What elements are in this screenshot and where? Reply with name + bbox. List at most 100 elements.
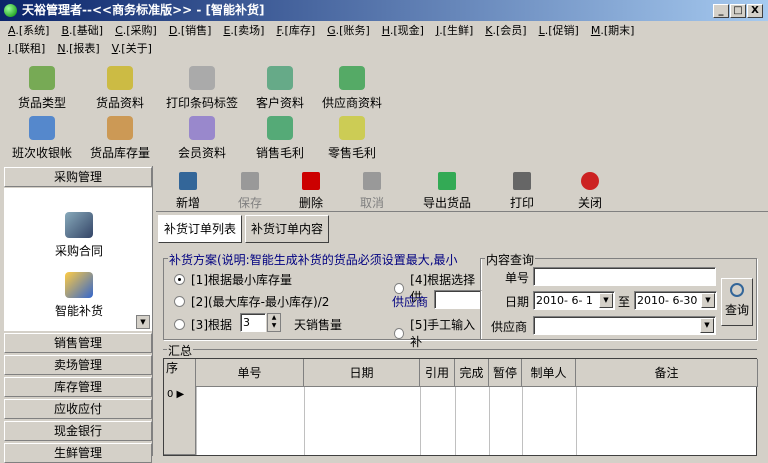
quick-4[interactable]: 供应商资料 [307,66,397,111]
quick-7[interactable]: 会员资料 [157,116,247,161]
grid-line [420,387,421,455]
scroll-down-button[interactable]: ▼ [136,315,150,329]
toolbar-label: 保存 [237,196,262,210]
nav-section-1[interactable]: 卖场管理 [4,355,152,375]
query-supplier-label: 供应商 [491,320,528,334]
menu-e[interactable]: E.[卖场] [223,22,264,40]
menu-d[interactable]: D.[销售] [169,22,212,40]
toolbar-button-1[interactable]: 保存 [220,172,280,211]
tab-restock-content[interactable]: 补货订单内容 [245,215,330,243]
toolbar-icon [513,172,531,190]
toolbar-button-0[interactable]: 新增 [158,172,218,211]
restock-icon [65,272,93,298]
summary-label: 汇总 [167,342,194,359]
query-button[interactable]: 查询 [721,278,753,326]
menu-f[interactable]: F.[库存] [276,22,315,40]
nav-header-purchase[interactable]: 采购管理 [4,167,152,187]
toolbar-button-2[interactable]: 删除 [281,172,341,211]
date-from-picker[interactable]: 2010- 6- 1 ▼ [533,291,615,310]
quick-5[interactable]: 班次收银帐 [0,116,87,161]
radio-avg-stock[interactable]: [2](最大库存-最小库存)/2 [174,293,329,310]
menu-k[interactable]: K.[会员] [485,22,526,40]
quick-label: 会员资料 [177,146,226,160]
column-header[interactable]: 序 [164,359,196,455]
tab-restock-list[interactable]: 补货订单列表 [158,215,243,243]
grid-line [522,387,523,455]
query-supplier-select[interactable]: ▼ [533,316,716,335]
column-header[interactable]: 备注 [576,359,758,387]
quick-icon [107,66,133,90]
minimize-button[interactable]: _ [713,4,729,18]
maximize-button[interactable]: □ [730,4,746,18]
menu-n[interactable]: N.[报表] [57,40,99,58]
column-header[interactable]: 制单人 [522,359,576,387]
toolbar-icon [241,172,259,190]
radio-min-stock[interactable]: [1]根据最小库存量 [174,271,292,288]
menu-g[interactable]: G.[账务] [327,22,370,40]
quick-0[interactable]: 货品类型 [0,66,87,111]
nav-item-contract[interactable]: 采购合同 [54,212,104,259]
grid-line [576,387,577,455]
quick-icon [339,66,365,90]
date-to-picker[interactable]: 2010- 6-30 ▼ [634,291,717,310]
app-icon [4,4,17,17]
nav-section-2[interactable]: 库存管理 [4,377,152,397]
quick-icon [189,66,215,90]
nav-section-3[interactable]: 应收应付 [4,399,152,419]
plan-supplier-input[interactable] [434,290,482,309]
quick-icon [29,116,55,140]
toolbar-label: 导出货品 [422,196,471,210]
menu-m[interactable]: M.[期末] [591,22,635,40]
radio-manual[interactable]: [5]手工输入补 [394,316,480,350]
grid-line [196,387,197,455]
menu-a[interactable]: A.[系统] [8,22,49,40]
quick-label: 货品资料 [95,96,144,110]
toolbar-button-4[interactable]: 导出货品 [417,172,477,211]
group-label: 补货方案(说明:智能生成补货的货品必须设置最大,最小 [168,251,480,268]
quick-icon [107,116,133,140]
order-no-input[interactable] [533,267,716,286]
nav-section-4[interactable]: 现金银行 [4,421,152,441]
quick-2[interactable]: 打印条码标签 [157,66,247,111]
to-label: 至 [618,295,631,309]
column-header[interactable]: 日期 [304,359,420,387]
toolbar-icon [438,172,456,190]
column-header[interactable]: 暂停 [489,359,522,387]
menu-b[interactable]: B.[基础] [61,22,103,40]
menu-h[interactable]: H.[现金] [382,22,424,40]
summary-divider [163,349,757,350]
days-input[interactable]: 3 [240,313,266,332]
toolbar-button-5[interactable]: 打印 [492,172,552,211]
nav-item-smart-restock[interactable]: 智能补货 [44,272,114,319]
grid-line [304,387,305,455]
quick-1[interactable]: 货品资料 [75,66,165,111]
current-row-arrow-icon: ▶ [173,389,185,400]
menu-j[interactable]: J.[生鲜] [436,22,473,40]
nav-item-label: 智能补货 [54,304,103,318]
quick-launch-panel: 货品类型 货品资料 打印条码标签 客户资料 供应商资料 班次收银帐 货品库存量 会员资料 销售毛… [2,60,402,164]
close-button[interactable]: X [747,4,763,18]
menu-v[interactable]: V.[关于] [112,40,152,58]
column-header[interactable]: 引用 [420,359,455,387]
menu-l[interactable]: L.[促销] [539,22,579,40]
title-bar: 天裕管理者--<<商务标准版>> - [智能补货] [0,0,768,21]
quick-9[interactable]: 零售毛利 [307,116,397,161]
summary-grid[interactable]: 序单号 日期 引用 完成 暂停 制单人 备注 0 ▶ [163,358,758,456]
quick-label: 班次收银帐 [11,146,72,160]
toolbar-button-6[interactable]: 关闭 [560,172,620,211]
date-label: 日期 [505,295,530,309]
menu-c[interactable]: C.[采购] [115,22,157,40]
quick-label: 打印条码标签 [165,96,238,110]
nav-section-0[interactable]: 销售管理 [4,333,152,353]
nav-purchase-items: 采购合同 智能补货 ▼ [4,188,152,331]
radio-days-sales[interactable]: [3]根据 [174,316,232,333]
toolbar-label: 打印 [509,196,534,210]
days-spinner[interactable]: ▲ ▼ [267,313,281,332]
column-header[interactable]: 单号 [196,359,304,387]
toolbar-button-3[interactable]: 取消 [342,172,402,211]
column-header[interactable]: 完成 [455,359,489,387]
quick-icon [189,116,215,140]
menu-i[interactable]: I.[联租] [8,40,45,58]
quick-6[interactable]: 货品库存量 [75,116,165,161]
nav-section-5[interactable]: 生鲜管理 [4,443,152,463]
